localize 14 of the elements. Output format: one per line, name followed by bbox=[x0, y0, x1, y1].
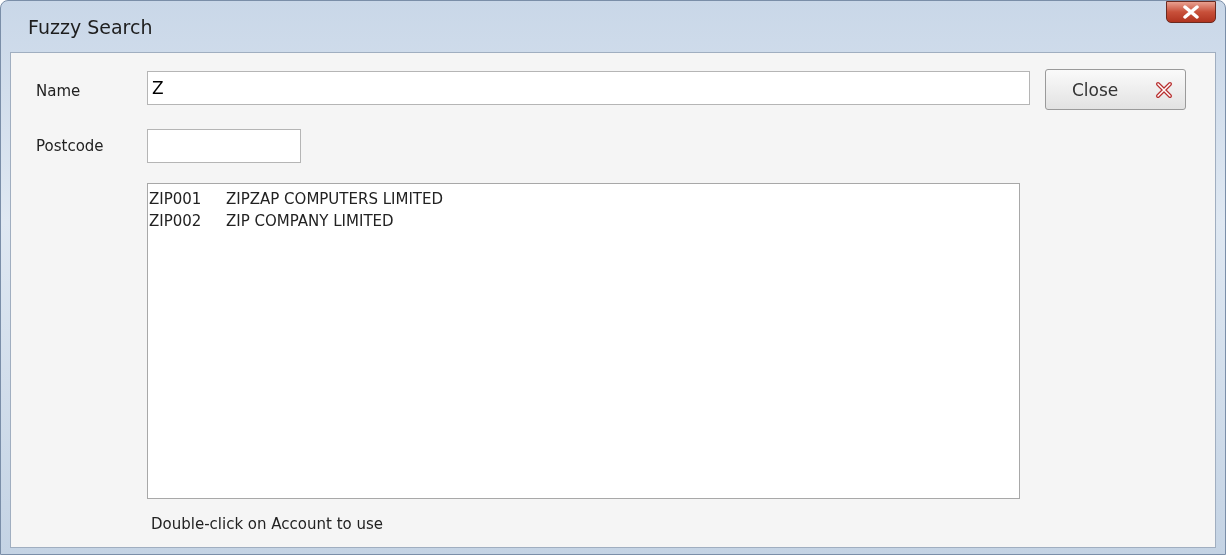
window-title: Fuzzy Search bbox=[27, 15, 153, 38]
postcode-field[interactable] bbox=[147, 129, 301, 163]
account-code[interactable]: ZIP002 bbox=[148, 210, 226, 232]
hint-text: Double-click on Account to use bbox=[151, 515, 384, 533]
close-icon bbox=[1155, 80, 1173, 99]
name-label: Name bbox=[35, 81, 82, 100]
account-name[interactable]: ZIP COMPANY LIMITED bbox=[226, 210, 394, 232]
close-icon bbox=[1182, 4, 1200, 19]
name-field[interactable]: Z bbox=[147, 71, 1030, 105]
account-code[interactable]: ZIP001 bbox=[148, 188, 226, 210]
postcode-label: Postcode bbox=[35, 137, 104, 155]
close-window-button[interactable] bbox=[1166, 0, 1216, 23]
close-button[interactable]: Close bbox=[1045, 69, 1186, 110]
account-name[interactable]: ZIPZAP COMPUTERS LIMITED bbox=[226, 188, 444, 210]
